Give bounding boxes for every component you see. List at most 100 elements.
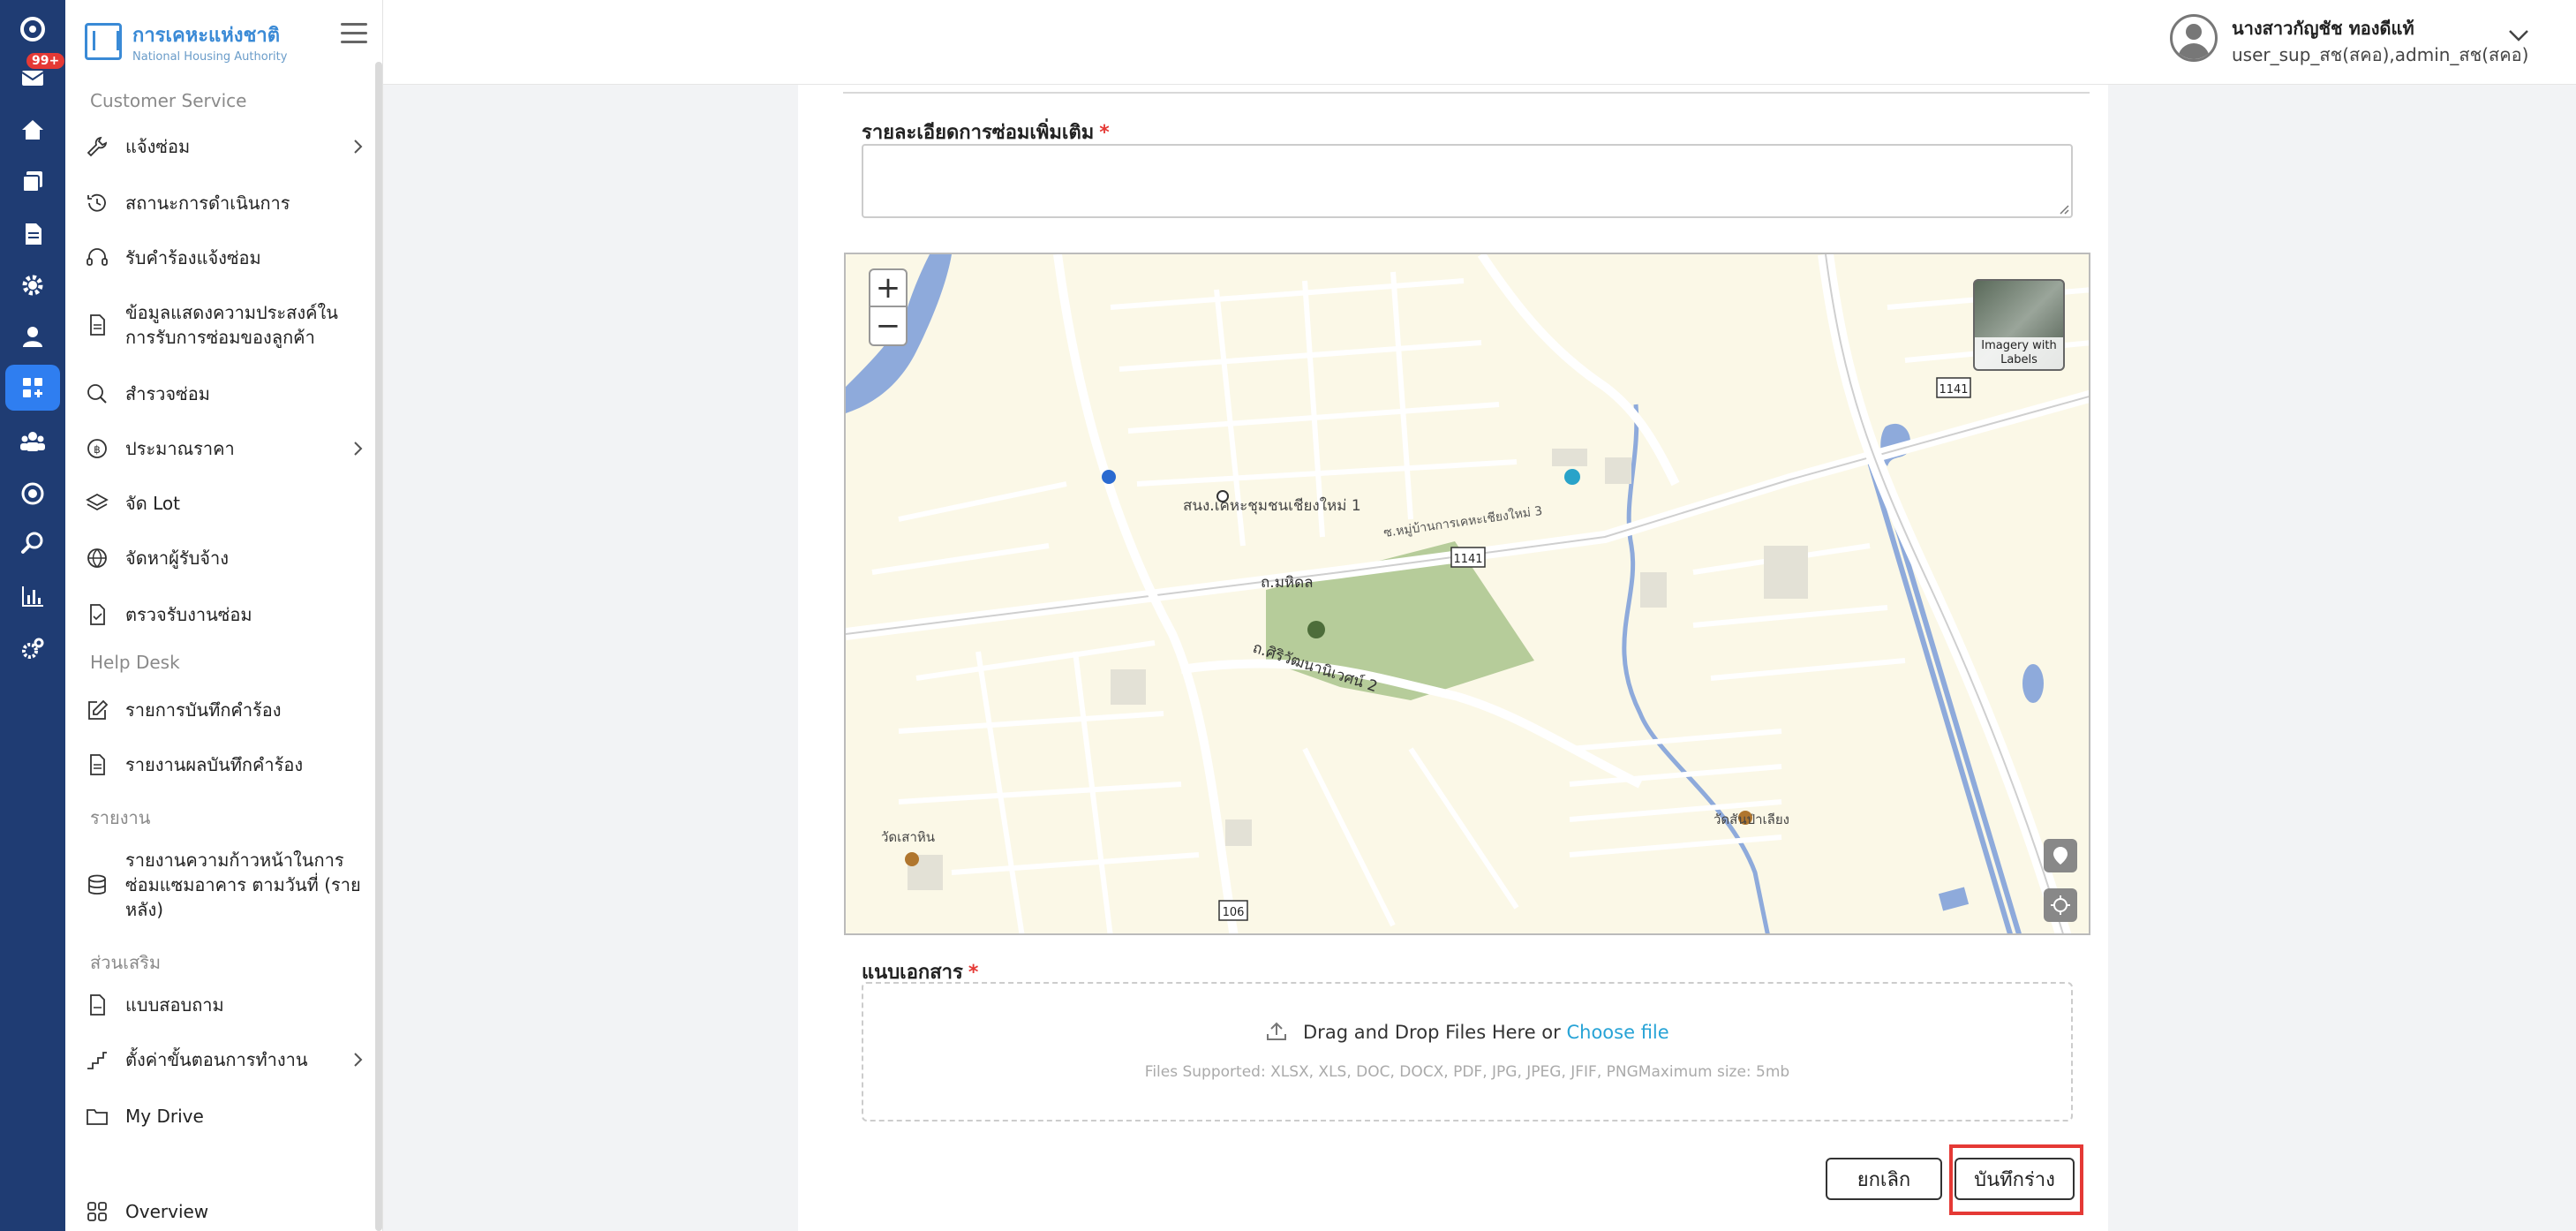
- globe-icon: [85, 546, 109, 570]
- sidebar-item-overview[interactable]: Overview: [85, 1199, 367, 1224]
- sidebar-item-customer-info[interactable]: ข้อมูลแสดงความประสงค์ใน การรับการซ่อมของ…: [85, 300, 367, 350]
- icon-rail: 99+: [0, 0, 65, 1231]
- sidebar: การเคหะแห่งชาติ National Housing Authori…: [65, 0, 383, 1231]
- hamburger-menu-icon[interactable]: [341, 23, 367, 44]
- edit-icon: [85, 698, 109, 722]
- detail-label: รายละเอียดการซ่อมเพิ่มเติม *: [862, 122, 1110, 144]
- home-icon[interactable]: [0, 104, 65, 155]
- nha-logo-icon: [85, 23, 122, 60]
- user-avatar-icon[interactable]: [2170, 14, 2218, 62]
- stairs-icon: [85, 1047, 109, 1072]
- file-icon: [85, 313, 109, 337]
- chevron-down-icon[interactable]: [2505, 25, 2532, 46]
- sidebar-item-estimate[interactable]: ฿ ประมาณราคา: [85, 436, 367, 461]
- team-icon[interactable]: [0, 415, 65, 466]
- locate-button[interactable]: [2044, 888, 2077, 922]
- sidebar-item-contractor[interactable]: จัดหาผู้รับจ้าง: [85, 546, 367, 570]
- section-customer-service: Customer Service: [90, 90, 247, 111]
- dashboard-icon[interactable]: [0, 362, 65, 413]
- map-label-mahidol: ถ.มหิดล: [1261, 574, 1314, 592]
- map-label-temple: วัดสันป่าเลียง: [1714, 812, 1789, 827]
- drop-text: Drag and Drop Files Here or: [1303, 1022, 1561, 1043]
- map-label-school: สนง.เคหะชุมชนเชียงใหม่ 1: [1183, 496, 1361, 515]
- required-mark: *: [1099, 122, 1110, 144]
- supported-files-text: Files Supported: XLSX, XLS, DOC, DOCX, P…: [1144, 1063, 1790, 1081]
- required-mark: *: [968, 962, 979, 984]
- route-shield-1141b: 1141: [1936, 377, 1971, 398]
- map-view[interactable]: สนง.เคหะชุมชนเชียงใหม่ 1 ถ.มหิดล ถ.ศิริว…: [844, 253, 2090, 935]
- zoom-out-button[interactable]: −: [870, 307, 906, 344]
- zoom-controls: + −: [869, 268, 908, 346]
- file-check-icon: [85, 602, 109, 627]
- sidebar-item-questionnaire[interactable]: แบบสอบถาม: [85, 993, 367, 1017]
- chevron-right-icon: [350, 1047, 367, 1072]
- wrench-icon: [85, 134, 109, 159]
- folder-icon: [85, 1104, 109, 1129]
- sidebar-item-receive-request[interactable]: รับคำร้องแจ้งซ่อม: [85, 245, 367, 270]
- imagery-toggle[interactable]: Imagery with Labels: [1973, 279, 2065, 371]
- notification-badge: 99+: [26, 53, 65, 69]
- sidebar-item-survey-repair[interactable]: สำรวจซ่อม: [85, 381, 367, 406]
- bar-chart-icon[interactable]: [0, 570, 65, 622]
- copy-icon[interactable]: [0, 155, 65, 207]
- coin-icon: ฿: [85, 436, 109, 461]
- route-shield-106: 106: [1218, 900, 1248, 921]
- detail-textarea[interactable]: [862, 144, 2073, 218]
- svg-text:1141: 1141: [1453, 553, 1482, 566]
- map-label-temple2: วัดเสาหิน: [881, 829, 935, 845]
- user-role: user_sup_สช(สคอ),admin_สช(สคอ): [2232, 44, 2529, 65]
- layers-icon: [85, 491, 109, 516]
- svg-text:106: 106: [1223, 906, 1245, 919]
- file-dropzone[interactable]: Drag and Drop Files Here or Choose file …: [862, 982, 2073, 1121]
- map-label-soi: ซ.หมู่บ้านการเคหะเชียงใหม่ 3: [1382, 503, 1543, 540]
- svg-text:฿: ฿: [94, 443, 101, 456]
- section-report: รายงาน: [90, 807, 151, 828]
- map-pin-button[interactable]: [2044, 839, 2077, 872]
- divider: [843, 92, 2090, 94]
- upload-icon: [1267, 1022, 1287, 1040]
- settings-gear-icon[interactable]: [0, 260, 65, 311]
- cancel-button[interactable]: ยกเลิก: [1826, 1158, 1942, 1200]
- chevron-right-icon: [350, 134, 367, 159]
- sidebar-item-status[interactable]: สถานะการดำเนินการ: [85, 191, 367, 215]
- sidebar-item-request-report[interactable]: รายงานผลบันทึกคำร้อง: [85, 752, 367, 777]
- section-help-desk: Help Desk: [90, 652, 180, 673]
- sidebar-item-repair-notify[interactable]: แจ้งซ่อม: [85, 134, 367, 159]
- map-canvas[interactable]: สนง.เคหะชุมชนเชียงใหม่ 1 ถ.มหิดล ถ.ศิริว…: [846, 254, 2090, 935]
- sidebar-item-request-log[interactable]: รายการบันทึกคำร้อง: [85, 698, 367, 722]
- history-icon: [85, 191, 109, 215]
- user-name: นางสาวกัญชัช ทองดีแท้: [2232, 18, 2414, 39]
- map-pin-icon: [2053, 847, 2068, 865]
- sidebar-item-workflow[interactable]: ตั้งค่าขั้นตอนการทำงาน: [85, 1047, 367, 1072]
- magnifier-icon: [85, 381, 109, 406]
- grid-icon: [85, 1199, 109, 1224]
- admin-gears-icon[interactable]: [0, 623, 65, 675]
- app-logo-icon[interactable]: [0, 4, 65, 55]
- sidebar-item-my-drive[interactable]: My Drive: [85, 1104, 367, 1129]
- database-icon: [85, 872, 109, 897]
- support-icon[interactable]: [0, 468, 65, 519]
- logo-thai-text: การเคหะแห่งชาติ: [132, 25, 281, 47]
- user-icon[interactable]: [0, 311, 65, 362]
- sidebar-item-lot[interactable]: จัด Lot: [85, 491, 367, 516]
- logo-english-text: National Housing Authority: [132, 50, 288, 64]
- search-icon[interactable]: [0, 517, 65, 569]
- resize-grip-icon[interactable]: [2057, 202, 2069, 215]
- zoom-in-button[interactable]: +: [870, 270, 906, 307]
- sidebar-item-progress-report[interactable]: รายงานความก้าวหน้าในการ ซ่อมแซมอาคาร ตาม…: [85, 848, 367, 922]
- sidebar-scrollbar[interactable]: [375, 62, 382, 1231]
- route-shield-1141a: 1141: [1450, 547, 1486, 568]
- sidebar-item-inspect[interactable]: ตรวจรับงานซ่อม: [85, 602, 367, 627]
- choose-file-link[interactable]: Choose file: [1566, 1022, 1668, 1043]
- nha-logo[interactable]: การเคหะแห่งชาติ National Housing Authori…: [85, 19, 287, 64]
- svg-text:1141: 1141: [1939, 383, 1968, 396]
- clipboard-icon: [85, 993, 109, 1017]
- save-draft-highlight: [1949, 1144, 2083, 1215]
- document-icon[interactable]: [0, 208, 65, 260]
- chevron-right-icon: [350, 436, 367, 461]
- inbox-icon[interactable]: 99+: [0, 51, 65, 102]
- headset-icon: [85, 245, 109, 270]
- section-extras: ส่วนเสริม: [90, 952, 162, 973]
- file-text-icon: [85, 752, 109, 777]
- crosshair-icon: [2051, 895, 2070, 915]
